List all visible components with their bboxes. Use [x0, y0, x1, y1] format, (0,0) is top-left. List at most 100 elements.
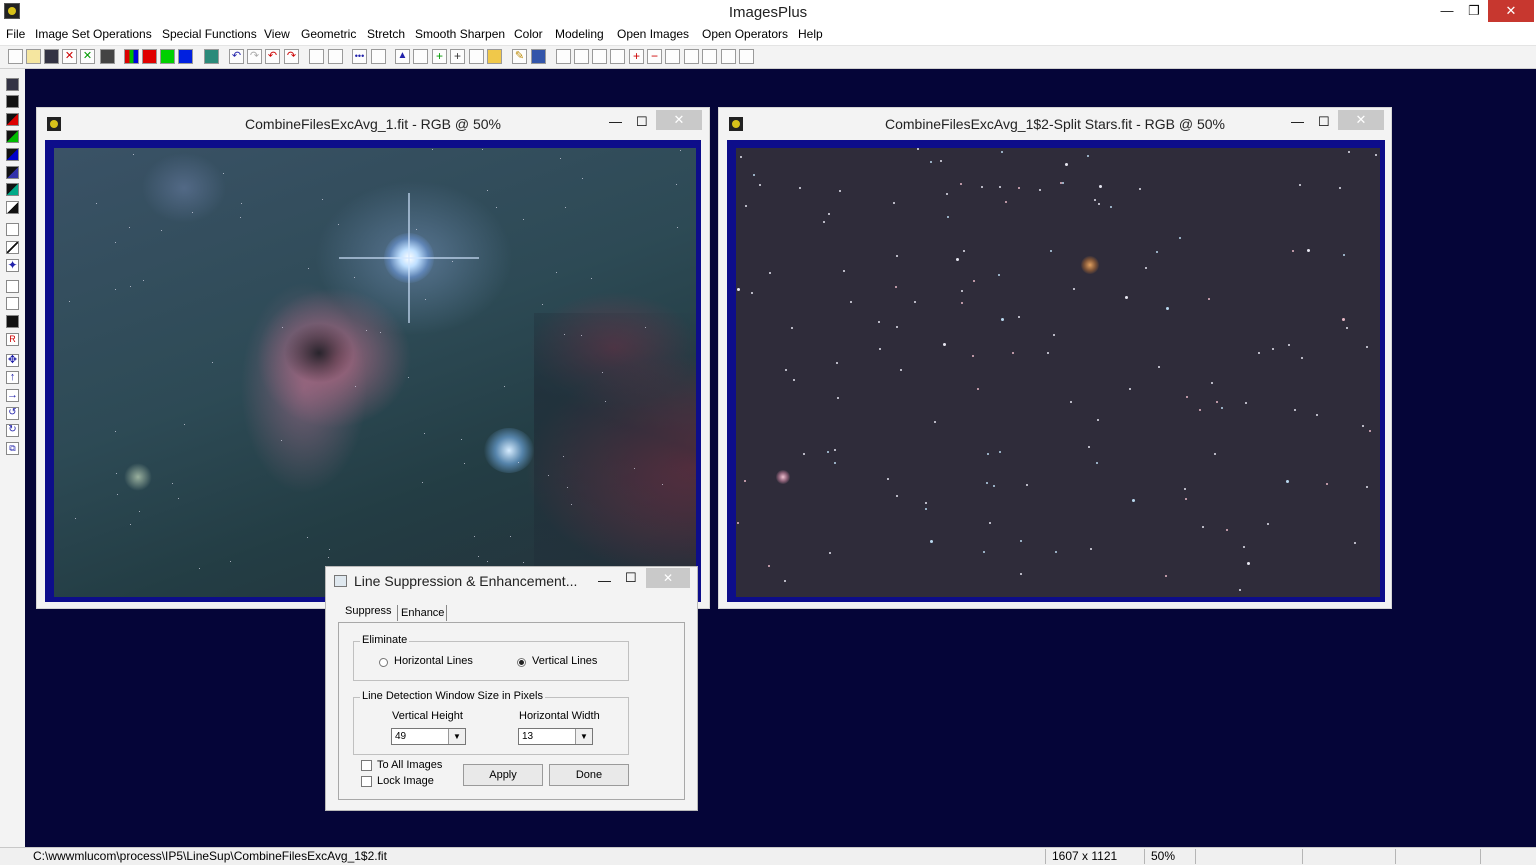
chevron-down-icon[interactable]: ▼: [448, 729, 465, 744]
undo-all-icon[interactable]: ↶: [265, 49, 280, 64]
vertical-height-select[interactable]: 49 ▼: [391, 728, 466, 745]
tool-copy-icon[interactable]: ⧉: [6, 442, 19, 455]
tab-suppress[interactable]: Suppress: [345, 605, 391, 617]
tool-levels-icon[interactable]: [6, 297, 19, 310]
restore-button[interactable]: ❐: [1459, 0, 1489, 22]
tool-rotate-icon[interactable]: [6, 223, 19, 236]
close-image-icon[interactable]: ✕: [62, 49, 77, 64]
line-icon[interactable]: •••: [352, 49, 367, 64]
green-channel-icon[interactable]: [160, 49, 175, 64]
print-icon[interactable]: [100, 49, 115, 64]
chevron-down-icon[interactable]: ▼: [575, 729, 592, 744]
open-folder-icon[interactable]: [26, 49, 41, 64]
red-channel-icon[interactable]: [142, 49, 157, 64]
cross-icon[interactable]: +: [450, 49, 465, 64]
window-maximize-button[interactable]: ☐: [636, 114, 648, 130]
redo-all-icon[interactable]: ↷: [284, 49, 299, 64]
menu-open-operators[interactable]: Open Operators: [702, 27, 788, 41]
curve-icon[interactable]: [413, 49, 428, 64]
menu-special-functions[interactable]: Special Functions: [162, 27, 257, 41]
tool-select-icon[interactable]: [6, 280, 19, 293]
window-close-button[interactable]: ✕: [656, 110, 702, 130]
nebula-image[interactable]: [54, 148, 696, 597]
menu-modeling[interactable]: Modeling: [555, 27, 604, 41]
menu-view[interactable]: View: [264, 27, 290, 41]
image-window-left[interactable]: CombineFilesExcAvg_1.fit - RGB @ 50% — ☐…: [36, 107, 710, 609]
tool-move-icon[interactable]: ✥: [6, 354, 19, 367]
frame-5-icon[interactable]: [739, 49, 754, 64]
menu-color[interactable]: Color: [514, 27, 543, 41]
tool-black-icon[interactable]: [6, 95, 19, 108]
grid-icon[interactable]: [469, 49, 484, 64]
zoom-fit-icon[interactable]: [592, 49, 607, 64]
menu-geometric[interactable]: Geometric: [301, 27, 356, 41]
frame-icon[interactable]: [665, 49, 680, 64]
zoom-in-icon[interactable]: [556, 49, 571, 64]
to-all-images-checkbox[interactable]: [361, 760, 372, 771]
tool-green-icon[interactable]: [6, 130, 19, 143]
rgb-channels-icon[interactable]: [124, 49, 139, 64]
tool-rotate-left-icon[interactable]: ↺: [6, 407, 19, 420]
dialog-maximize-button[interactable]: ☐: [625, 570, 637, 586]
tab-enhance[interactable]: Enhance: [401, 607, 444, 619]
menu-stretch[interactable]: Stretch: [367, 27, 405, 41]
tool-fill-icon[interactable]: [6, 315, 19, 328]
menu-help[interactable]: Help: [798, 27, 823, 41]
done-button[interactable]: Done: [549, 764, 629, 786]
tool-blend-icon[interactable]: [6, 166, 19, 179]
blue-channel-icon[interactable]: [178, 49, 193, 64]
dialog-close-button[interactable]: ✕: [646, 568, 690, 588]
menu-image-set-operations[interactable]: Image Set Operations: [35, 27, 152, 41]
horizontal-lines-radio[interactable]: [379, 658, 388, 667]
tool-r-icon[interactable]: R: [6, 333, 19, 346]
tool-line-icon[interactable]: [6, 241, 19, 254]
window-maximize-button[interactable]: ☐: [1318, 114, 1330, 130]
crosshair-icon[interactable]: +: [432, 49, 447, 64]
redo-icon[interactable]: ↷: [247, 49, 262, 64]
apply-button[interactable]: Apply: [463, 764, 543, 786]
tool-save-icon[interactable]: [6, 78, 19, 91]
tool-rotate-right-icon[interactable]: ↻: [6, 424, 19, 437]
tool-up-icon[interactable]: ↑: [6, 371, 19, 384]
points-icon[interactable]: [371, 49, 386, 64]
tool-red-icon[interactable]: [6, 113, 19, 126]
tool-teal-icon[interactable]: [6, 183, 19, 196]
frame-3-icon[interactable]: [702, 49, 717, 64]
close-button[interactable]: ✕: [1488, 0, 1534, 22]
menu-file[interactable]: File: [6, 27, 25, 41]
undo-icon[interactable]: ↶: [229, 49, 244, 64]
frame-4-icon[interactable]: [721, 49, 736, 64]
new-file-icon[interactable]: [8, 49, 23, 64]
pencil-icon[interactable]: ✎: [512, 49, 527, 64]
save-icon[interactable]: [44, 49, 59, 64]
dialog-minimize-button[interactable]: —: [598, 573, 611, 588]
tool-star-icon[interactable]: ✦: [6, 259, 19, 272]
image-info-icon[interactable]: [204, 49, 219, 64]
lock-image-checkbox[interactable]: [361, 776, 372, 787]
window-minimize-button[interactable]: —: [1291, 114, 1304, 129]
zoom-out-icon[interactable]: [574, 49, 589, 64]
menu-open-images[interactable]: Open Images: [617, 27, 689, 41]
star: [487, 561, 488, 562]
tool-invert-icon[interactable]: [6, 201, 19, 214]
vertical-lines-radio[interactable]: [517, 658, 526, 667]
histogram-icon[interactable]: ▲: [395, 49, 410, 64]
mask-icon[interactable]: [309, 49, 324, 64]
mask-remove-icon[interactable]: [328, 49, 343, 64]
frame-2-icon[interactable]: [684, 49, 699, 64]
menu-smooth-sharpen[interactable]: Smooth Sharpen: [415, 27, 505, 41]
window-minimize-button[interactable]: —: [609, 114, 622, 129]
zoom-minus-icon[interactable]: −: [647, 49, 662, 64]
tool-right-icon[interactable]: →: [6, 389, 19, 402]
zoom-plus-icon[interactable]: +: [629, 49, 644, 64]
horizontal-width-select[interactable]: 13 ▼: [518, 728, 593, 745]
stars-image[interactable]: [736, 148, 1380, 597]
image-window-right[interactable]: CombineFilesExcAvg_1$2-Split Stars.fit -…: [718, 107, 1392, 609]
table-icon[interactable]: [531, 49, 546, 64]
window-close-button[interactable]: ✕: [1338, 110, 1384, 130]
tool-blue-icon[interactable]: [6, 148, 19, 161]
photo-icon[interactable]: [487, 49, 502, 64]
zoom-actual-icon[interactable]: [610, 49, 625, 64]
close-all-icon[interactable]: ✕: [80, 49, 95, 64]
minimize-button[interactable]: —: [1432, 0, 1462, 22]
